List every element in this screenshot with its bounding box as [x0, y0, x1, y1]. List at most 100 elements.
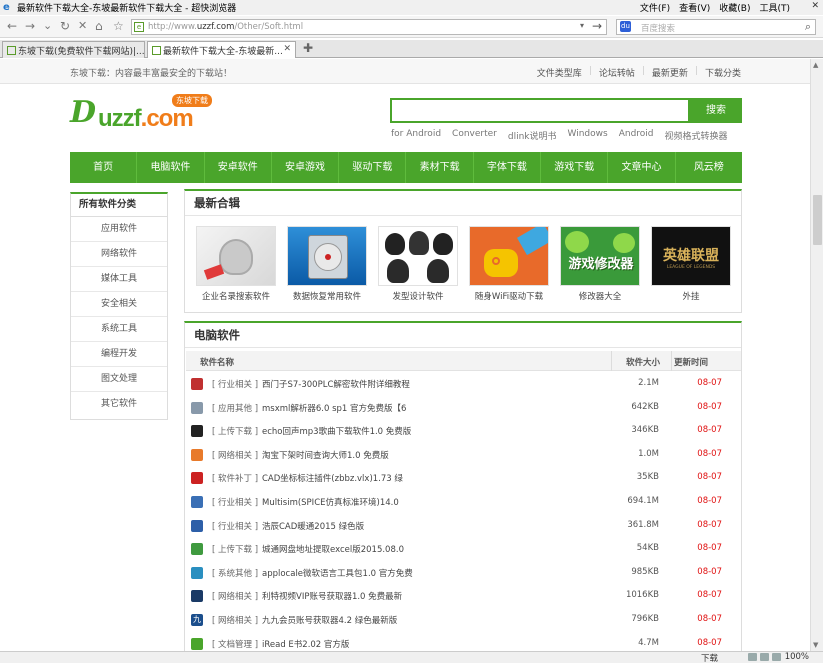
sidebar-item-network[interactable]: 网络软件 [71, 242, 167, 267]
scroll-thumb[interactable] [813, 195, 822, 245]
refresh-icon[interactable]: ↻ [60, 19, 70, 33]
table-row[interactable]: [ 行业相关 ] 西门子S7-300PLC解密软件附详细教程 2.1M 08-07 [186, 372, 741, 396]
toplink-forum[interactable]: 论坛转帖 [599, 66, 635, 79]
hotlink[interactable]: for Android [391, 129, 441, 142]
row-size: 1016KB [625, 590, 659, 601]
nav-rankings[interactable]: 风云榜 [676, 152, 742, 183]
row-name[interactable]: msxml解析器6.0 sp1 官方免费版【6 [262, 402, 607, 414]
scroll-up-icon[interactable]: ▲ [813, 61, 818, 69]
row-name[interactable]: 淘宝下架时间查询大师1.0 免费版 [262, 449, 607, 461]
hotlink[interactable]: Windows [568, 129, 608, 142]
row-name[interactable]: Multisim(SPICE仿真标准环境)14.0 [262, 496, 607, 508]
album-card[interactable]: 英雄联盟 LEAGUE OF LEGENDS 外挂 [651, 226, 731, 302]
table-row[interactable]: [ 网络相关 ] 利特视频VIP账号获取器1.0 免费最新 1016KB 08-07 [186, 584, 741, 608]
album-card[interactable]: 企业名录搜索软件 [196, 226, 276, 302]
dropdown-icon[interactable]: ⌄ [43, 19, 52, 33]
new-tab-icon[interactable]: ✚ [303, 41, 313, 55]
album-card[interactable]: 随身WiFi驱动下载 [469, 226, 549, 302]
nav-games[interactable]: 游戏下载 [541, 152, 609, 183]
table-row[interactable]: [ 软件补丁 ] CAD坐标标注插件(zbbz.vlx)1.73 绿 35KB 08-… [186, 466, 741, 490]
home-icon[interactable]: ⌂ [95, 19, 103, 33]
toplink-latest[interactable]: 最新更新 [652, 66, 688, 79]
menu-favorites[interactable]: 收藏(B) [719, 1, 750, 14]
status-icon[interactable] [748, 653, 757, 661]
search-icon[interactable]: ⌕ [805, 20, 811, 34]
album-card[interactable]: 游戏修改器 修改器大全 [560, 226, 640, 302]
hand-icon [196, 226, 276, 286]
sidebar-item-system[interactable]: 系统工具 [71, 317, 167, 342]
table-row[interactable]: [ 上传下载 ] echo回声mp3歌曲下载软件1.0 免费版 346KB 08-07 [186, 419, 741, 443]
table-row[interactable]: 九 [ 网络相关 ] 九九会员账号获取器4.2 绿色最新版 796KB 08-07 [186, 608, 741, 632]
row-name[interactable]: iRead E书2.02 官方版 [262, 638, 607, 650]
software-title: 电脑软件 [185, 323, 741, 348]
menu-tools[interactable]: 工具(T) [759, 1, 790, 14]
table-row[interactable]: [ 网络相关 ] 淘宝下架时间查询大师1.0 免费版 1.0M 08-07 [186, 443, 741, 467]
close-page-icon[interactable]: ✕ [78, 19, 87, 33]
toplink-filetypes[interactable]: 文件类型库 [537, 66, 582, 79]
nav-pc-software[interactable]: 电脑软件 [137, 152, 205, 183]
col-date: 更新时间 [674, 358, 709, 368]
sidebar-item-security[interactable]: 安全相关 [71, 292, 167, 317]
zoom-level[interactable]: 100% [785, 652, 809, 662]
address-dropdown-icon[interactable]: ▾ [580, 21, 584, 30]
toplink-categories[interactable]: 下载分类 [705, 66, 741, 79]
scroll-down-icon[interactable]: ▼ [813, 641, 818, 649]
hotlink[interactable]: Android [619, 129, 654, 142]
table-row[interactable]: [ 系统其他 ] applocale微软语言工具包1.0 官方免费 985KB 08-… [186, 561, 741, 585]
table-row[interactable]: [ 上传下载 ] 城通网盘地址提取excel版2015.08.0 54KB 08-07 [186, 537, 741, 561]
baidu-icon: du [620, 21, 631, 32]
row-name[interactable]: CAD坐标标注插件(zbbz.vlx)1.73 绿 [262, 472, 607, 484]
address-bar[interactable]: e http://www.uzzf.com/Other/Soft.html ▾ … [131, 19, 607, 35]
forward-icon[interactable]: → [25, 19, 35, 33]
address-url[interactable]: http://www.uzzf.com/Other/Soft.html [148, 22, 303, 32]
nav-home[interactable]: 首页 [70, 152, 138, 183]
nav-articles[interactable]: 文章中心 [608, 152, 676, 183]
back-icon[interactable]: ← [7, 19, 17, 33]
row-name[interactable]: 九九会员账号获取器4.2 绿色最新版 [262, 614, 607, 626]
row-name[interactable]: 城通网盘地址提取excel版2015.08.0 [262, 543, 607, 555]
go-arrow-icon[interactable]: → [592, 19, 602, 33]
nav-android-software[interactable]: 安卓软件 [205, 152, 272, 183]
table-row[interactable]: [ 行业相关 ] 浩辰CAD暖通2015 绿色版 361.8M 08-07 [186, 514, 741, 538]
hotlink[interactable]: dlink说明书 [508, 129, 557, 142]
album-card[interactable]: 发型设计软件 [378, 226, 458, 302]
row-name[interactable]: applocale微软语言工具包1.0 官方免费 [262, 567, 607, 579]
search-bar[interactable]: du 百度搜索 ⌕ [616, 19, 816, 35]
minimize-button[interactable]: ✕ [811, 1, 819, 11]
nav-materials[interactable]: 素材下载 [406, 152, 474, 183]
status-icon[interactable] [772, 653, 781, 661]
status-icon[interactable] [760, 653, 769, 661]
nav-drivers[interactable]: 驱动下载 [339, 152, 407, 183]
vertical-scrollbar[interactable]: ▲ ▼ [810, 59, 823, 651]
sidebar-item-other[interactable]: 其它软件 [71, 392, 167, 417]
sidebar-item-programming[interactable]: 编程开发 [71, 342, 167, 367]
table-row[interactable]: [ 文档管理 ] iRead E书2.02 官方版 4.7M 08-07 [186, 632, 741, 651]
row-name[interactable]: echo回声mp3歌曲下载软件1.0 免费版 [262, 425, 607, 437]
hotlink[interactable]: Converter [452, 129, 497, 142]
nav-fonts[interactable]: 字体下载 [474, 152, 542, 183]
site-search-button[interactable]: 搜索 [690, 98, 742, 123]
hotlink[interactable]: 视频格式转换器 [665, 129, 728, 142]
table-row[interactable]: [ 应用其他 ] msxml解析器6.0 sp1 官方免费版【6 642KB 08-0… [186, 396, 741, 420]
row-name[interactable]: 西门子S7-300PLC解密软件附详细教程 [262, 378, 607, 390]
site-search-input[interactable] [390, 98, 690, 123]
tab-2[interactable]: 最新软件下载大全-东坡最新... ✕ [147, 41, 296, 58]
album-card[interactable]: 数据恢复常用软件 [287, 226, 367, 302]
table-row[interactable]: [ 行业相关 ] Multisim(SPICE仿真标准环境)14.0 694.1M 0… [186, 490, 741, 514]
download-indicator[interactable]: 下载 [701, 652, 718, 664]
separator: | [641, 66, 645, 76]
sidebar-item-media[interactable]: 媒体工具 [71, 267, 167, 292]
sidebar-item-graphics[interactable]: 图文处理 [71, 367, 167, 392]
row-name[interactable]: 利特视频VIP账号获取器1.0 免费最新 [262, 590, 607, 602]
menu-view[interactable]: 查看(V) [679, 1, 710, 14]
tab-close-icon[interactable]: ✕ [283, 44, 291, 54]
nav-android-games[interactable]: 安卓游戏 [272, 152, 340, 183]
star-icon[interactable]: ☆ [113, 19, 124, 33]
sidebar-item-apps[interactable]: 应用软件 [71, 217, 167, 242]
tab-1[interactable]: 东坡下载(免费软件下载网站)|... [2, 41, 145, 58]
site-logo[interactable]: D uzzf.com 东坡下载 [70, 93, 220, 135]
iread-icon [191, 637, 203, 650]
row-name[interactable]: 浩辰CAD暖通2015 绿色版 [262, 520, 607, 532]
row-size: 694.1M [627, 496, 659, 506]
menu-file[interactable]: 文件(F) [640, 1, 670, 14]
